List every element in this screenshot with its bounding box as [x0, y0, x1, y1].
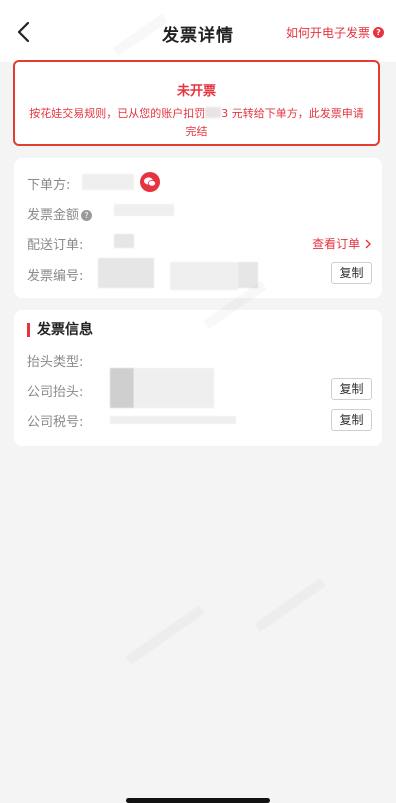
chevron-right-icon	[365, 239, 371, 249]
invoice-amount-row: 发票金额?	[27, 204, 93, 223]
chat-icon[interactable]	[140, 172, 160, 192]
home-indicator	[126, 798, 270, 803]
order-info-card: 下单方: 发票金额? 配送订单: 查看订单 发票编号: 复制	[14, 158, 382, 298]
header-type-label: 抬头类型:	[27, 355, 84, 370]
status-description: 按花娃交易规则，已从您的账户扣罚 3 元转给下单方，此发票申请完结	[29, 105, 364, 141]
redacted-order-id	[114, 234, 134, 248]
question-icon: ?	[373, 27, 384, 38]
nav-bar: 发票详情 如何开电子发票 ?	[0, 0, 396, 62]
copy-invoice-number-button[interactable]: 复制	[331, 262, 372, 284]
tax-number-label: 公司税号:	[27, 415, 84, 430]
invoice-number-label: 发票编号:	[27, 269, 84, 284]
watermark	[254, 577, 326, 633]
redacted-company-name	[110, 368, 134, 408]
buyer-label: 下单方:	[27, 178, 71, 193]
help-link-label: 如何开电子发票	[285, 26, 370, 40]
redacted-company-name-2	[134, 368, 214, 408]
invoice-amount-label: 发票金额	[27, 208, 80, 223]
view-order-label: 查看订单	[312, 237, 361, 251]
invoice-info-card: 发票信息 抬头类型: 公司抬头: 复制 公司税号: 复制	[14, 310, 382, 446]
delivery-order-label: 配送订单:	[27, 238, 84, 253]
status-title: 未开票	[176, 84, 216, 99]
e-invoice-help-link[interactable]: 如何开电子发票 ?	[286, 24, 384, 41]
watermark	[125, 605, 205, 665]
info-icon[interactable]: ?	[81, 210, 93, 221]
status-alert: 未开票 按花娃交易规则，已从您的账户扣罚 3 元转给下单方，此发票申请完结	[13, 60, 380, 146]
redacted-invoice-number	[98, 258, 154, 288]
copy-tax-number-button[interactable]: 复制	[331, 409, 372, 431]
company-header-label: 公司抬头:	[27, 385, 84, 400]
section-title: 发票信息	[27, 323, 93, 337]
copy-company-header-button[interactable]: 复制	[331, 378, 372, 400]
redacted-amount	[205, 107, 222, 118]
redacted-amount-value	[114, 204, 174, 216]
status-desc-part1: 按花娃交易规则，已从您的账户扣罚	[29, 107, 206, 120]
redacted-tax-number	[110, 416, 236, 424]
redacted-invoice-number-2	[170, 262, 238, 290]
redacted-buyer	[82, 174, 134, 190]
view-order-link[interactable]: 查看订单	[312, 235, 372, 252]
